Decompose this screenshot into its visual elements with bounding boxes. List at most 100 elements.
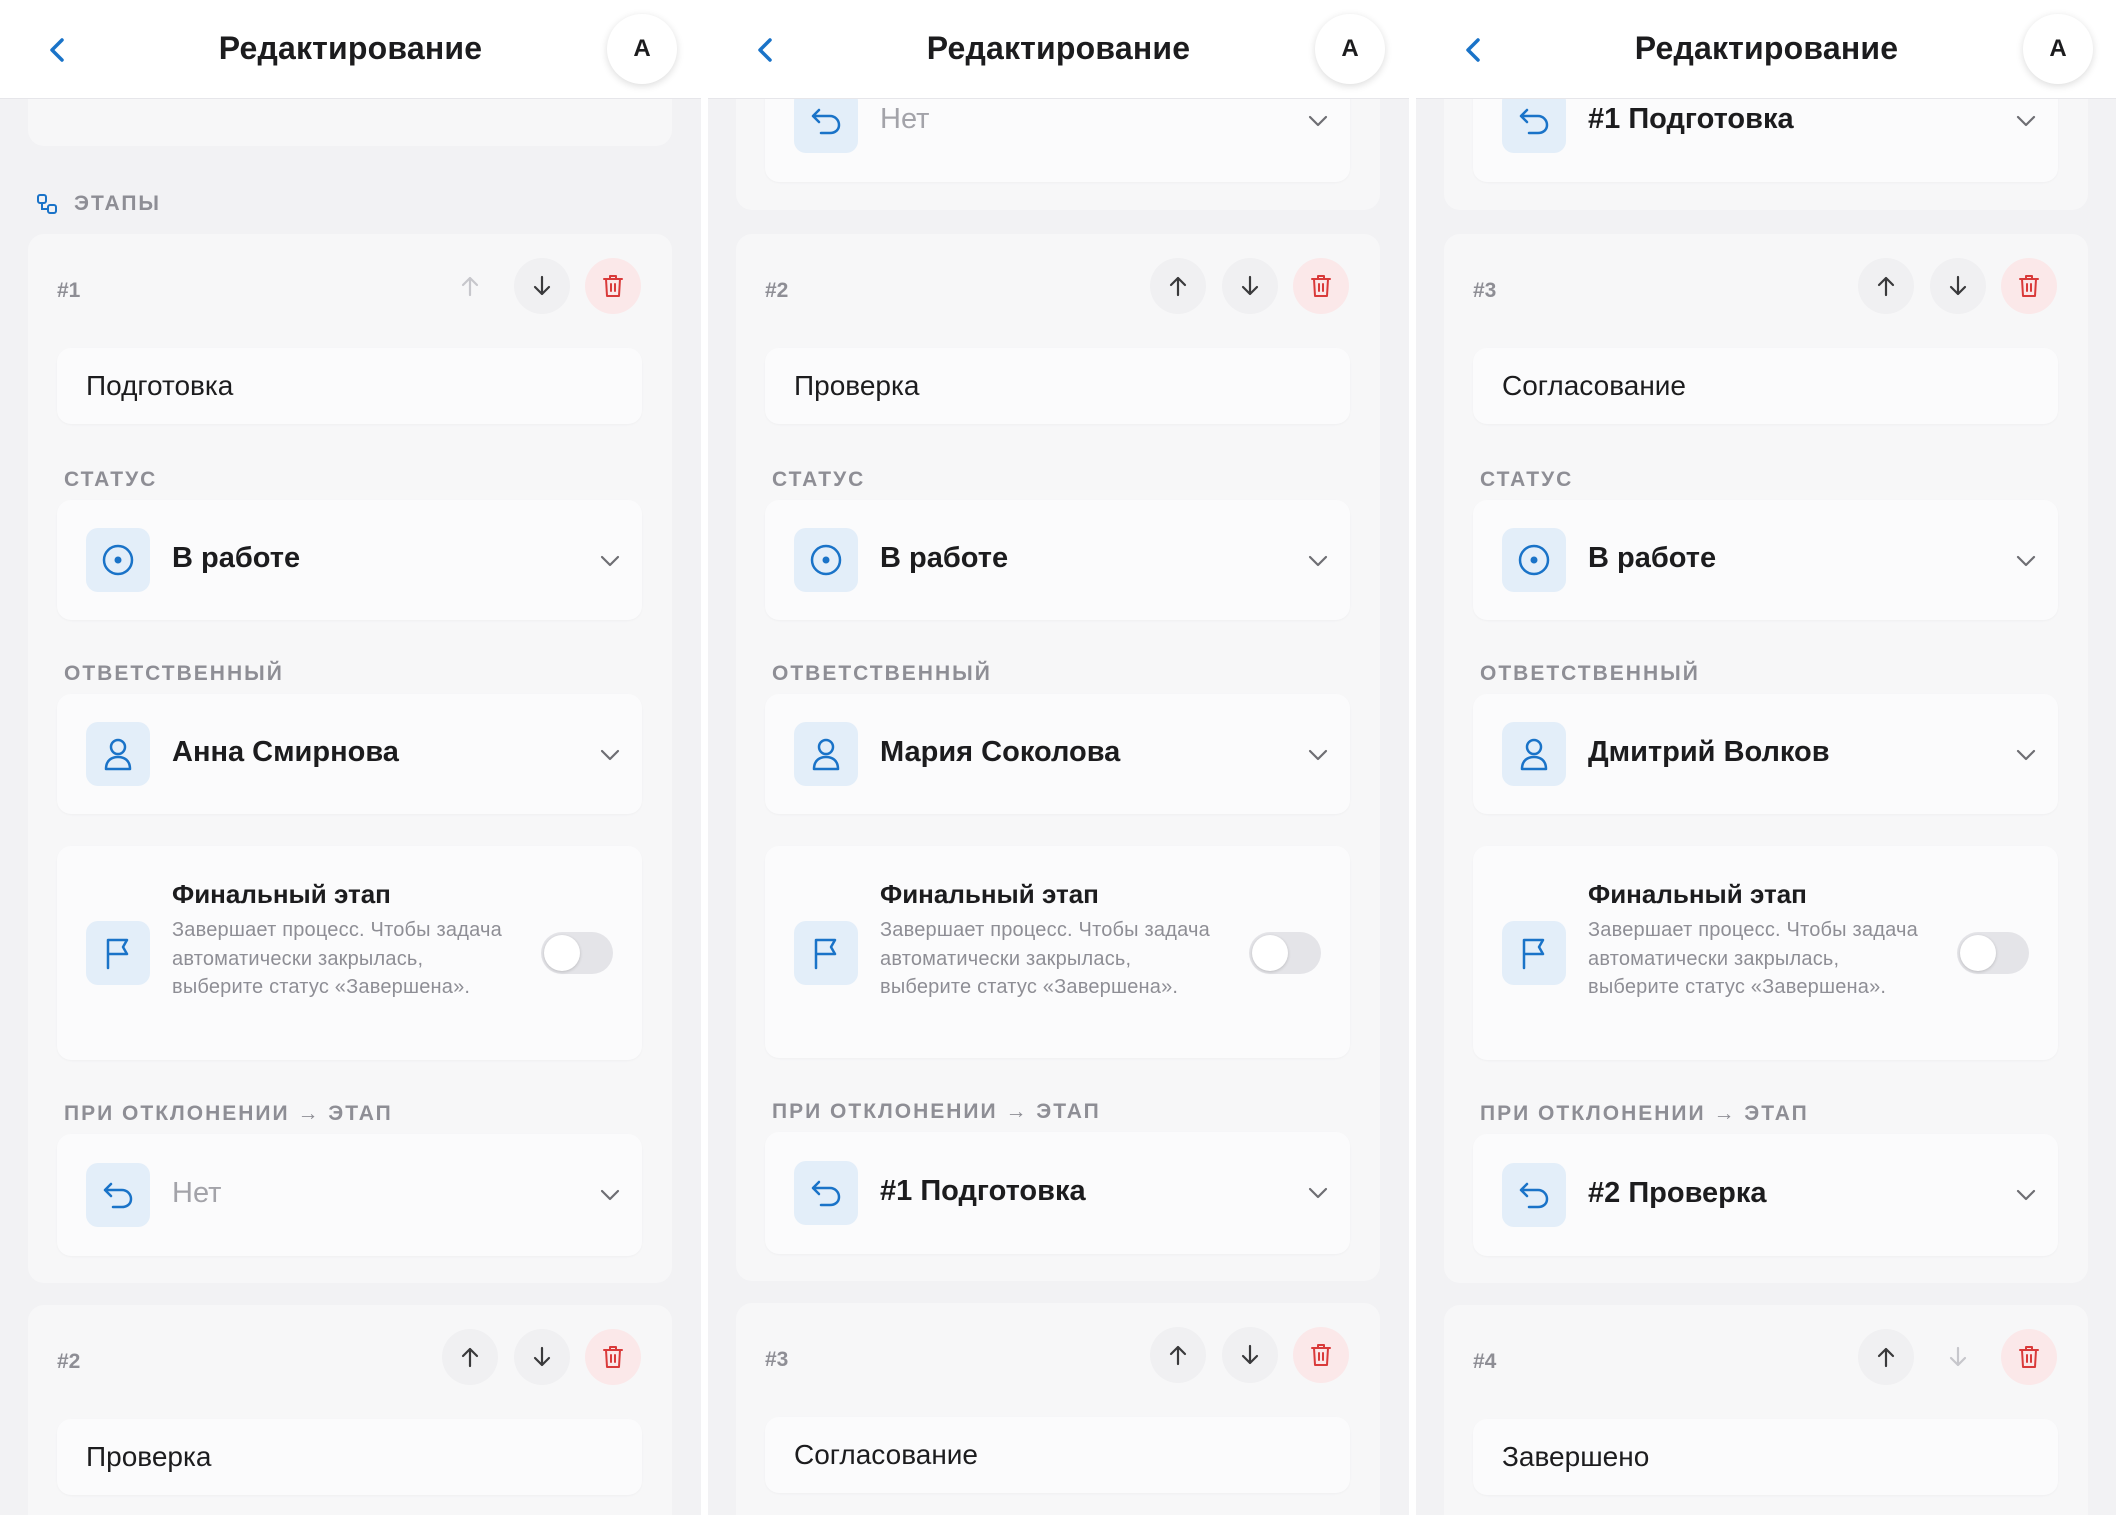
stage-number: #2 [57,1350,81,1373]
delete-stage-button[interactable] [2001,1329,2057,1385]
trash-icon [603,1346,623,1368]
arrow-down-icon [533,1346,551,1367]
stage-number: #2 [765,279,789,302]
delete-stage-button[interactable] [1293,1327,1349,1383]
avatar[interactable]: A [1315,14,1385,84]
reject-stage-select[interactable]: #2 Проверка [1473,1134,2058,1256]
move-up-button[interactable] [1150,258,1206,314]
arrow-down-icon [1949,275,1967,296]
status-label: СТАТУС [772,468,866,491]
chevron-down-icon [600,749,620,761]
move-up-button[interactable] [442,258,498,314]
header: Редактирование A [0,0,701,99]
page-title: Редактирование [1634,30,1899,66]
chevron-down-icon [1308,1187,1328,1199]
return-arrow-icon [1519,108,1549,135]
delete-stage-button[interactable] [585,258,641,314]
avatar[interactable]: A [2023,14,2093,84]
trash-icon [2019,275,2039,297]
final-stage-toggle[interactable] [541,932,613,974]
final-stage-description: Завершает процесс. Чтобы задача автомати… [880,919,1210,998]
arrow-up-icon [1877,1347,1895,1368]
user-icon [104,738,132,771]
move-up-button[interactable] [1858,1329,1914,1385]
flag-icon [1522,938,1545,970]
stage-number: #4 [1473,1350,1497,1373]
chevron-down-icon [600,1189,620,1201]
final-stage-title: Финальный этап [880,879,1099,909]
move-down-button[interactable] [1930,1329,1986,1385]
final-icon-box [86,921,150,985]
assignee-select[interactable]: Мария Соколова [765,694,1350,814]
status-label: СТАТУС [64,468,158,491]
stage-name-input[interactable]: Согласование [1473,348,2058,424]
stage-name-input[interactable]: Подготовка [57,348,642,424]
stage-name-input[interactable]: Согласование [765,1417,1350,1493]
assignee-label: ОТВЕТСТВЕННЫЙ [64,662,284,685]
status-select[interactable]: В работе [1473,500,2058,620]
reject-stage-value: #1 Подготовка [880,1175,1086,1207]
chevron-down-icon [1308,115,1328,127]
stage-name-value: Проверка [794,370,920,401]
move-up-button[interactable] [1858,258,1914,314]
assignee-label: ОТВЕТСТВЕННЫЙ [772,662,992,685]
header: Редактирование A [708,0,1409,99]
chevron-down-icon [2016,555,2036,567]
status-icon-box [794,528,858,592]
stage-name-value: Согласование [794,1439,978,1470]
stage-name-input[interactable]: Проверка [57,1419,642,1495]
delete-stage-button[interactable] [585,1329,641,1385]
stage-card: #3 Согласование СТАТУС В работе ОТВЕТСТВ… [1444,234,2088,1283]
assignee-select[interactable]: Дмитрий Волков [1473,694,2058,814]
final-stage-toggle[interactable] [1957,932,2029,974]
stage-card: #1 Подготовка СТАТУС В работе ОТВЕТСТВЕН… [28,234,672,1283]
trash-icon [1311,1344,1331,1366]
status-select[interactable]: В работе [57,500,642,620]
stage-number: #3 [765,1348,789,1371]
user-icon [812,738,840,771]
final-icon-box [1502,921,1566,985]
return-arrow-icon [811,1180,841,1207]
move-down-button[interactable] [514,1329,570,1385]
status-select[interactable]: В работе [765,500,1350,620]
arrow-up-icon [461,1347,479,1368]
assignee-value: Мария Соколова [880,736,1121,768]
return-arrow-icon [1519,1182,1549,1209]
stages-label: ЭТАПЫ [74,192,161,215]
final-stage-toggle[interactable] [1249,932,1321,974]
move-down-button[interactable] [1222,1327,1278,1383]
stages-icon [37,194,57,214]
move-down-button[interactable] [514,258,570,314]
delete-stage-button[interactable] [2001,258,2057,314]
status-value: В работе [172,542,301,574]
panel-stage-2: Редактирование A Нет #2 Проверка СТАТУС … [708,0,1409,1515]
stage-name-input[interactable]: Завершено [1473,1419,2058,1495]
in-progress-icon [102,544,134,576]
arrow-down-icon [1241,1344,1259,1365]
move-up-button[interactable] [442,1329,498,1385]
status-label: СТАТУС [1480,468,1574,491]
final-stage-title: Финальный этап [172,879,391,909]
arrow-down-icon [1949,1346,1967,1367]
arrow-up-icon [461,276,479,297]
move-up-button[interactable] [1150,1327,1206,1383]
panel-stage-3: Редактирование A #1 Подготовка #3 Соглас… [1416,0,2116,1515]
stage-number: #3 [1473,279,1497,302]
header: Редактирование A [1416,0,2116,99]
assignee-icon-box [86,722,150,786]
trash-icon [2019,1346,2039,1368]
assignee-label: ОТВЕТСТВЕННЫЙ [1480,662,1700,685]
next-stage-card: #4 Завершено [1444,1305,2088,1515]
chevron-down-icon [1308,555,1328,567]
reject-label: ПРИ ОТКЛОНЕНИИ → ЭТАП [772,1100,1101,1123]
final-icon-box [794,921,858,985]
reject-stage-select[interactable]: #1 Подготовка [765,1132,1350,1254]
move-down-button[interactable] [1930,258,1986,314]
reject-stage-select[interactable]: Нет [57,1134,642,1256]
final-stage-row: Финальный этап Завершает процесс. Чтобы … [57,846,642,1060]
delete-stage-button[interactable] [1293,258,1349,314]
move-down-button[interactable] [1222,258,1278,314]
assignee-select[interactable]: Анна Смирнова [57,694,642,814]
avatar[interactable]: A [607,14,677,84]
stage-name-input[interactable]: Проверка [765,348,1350,424]
